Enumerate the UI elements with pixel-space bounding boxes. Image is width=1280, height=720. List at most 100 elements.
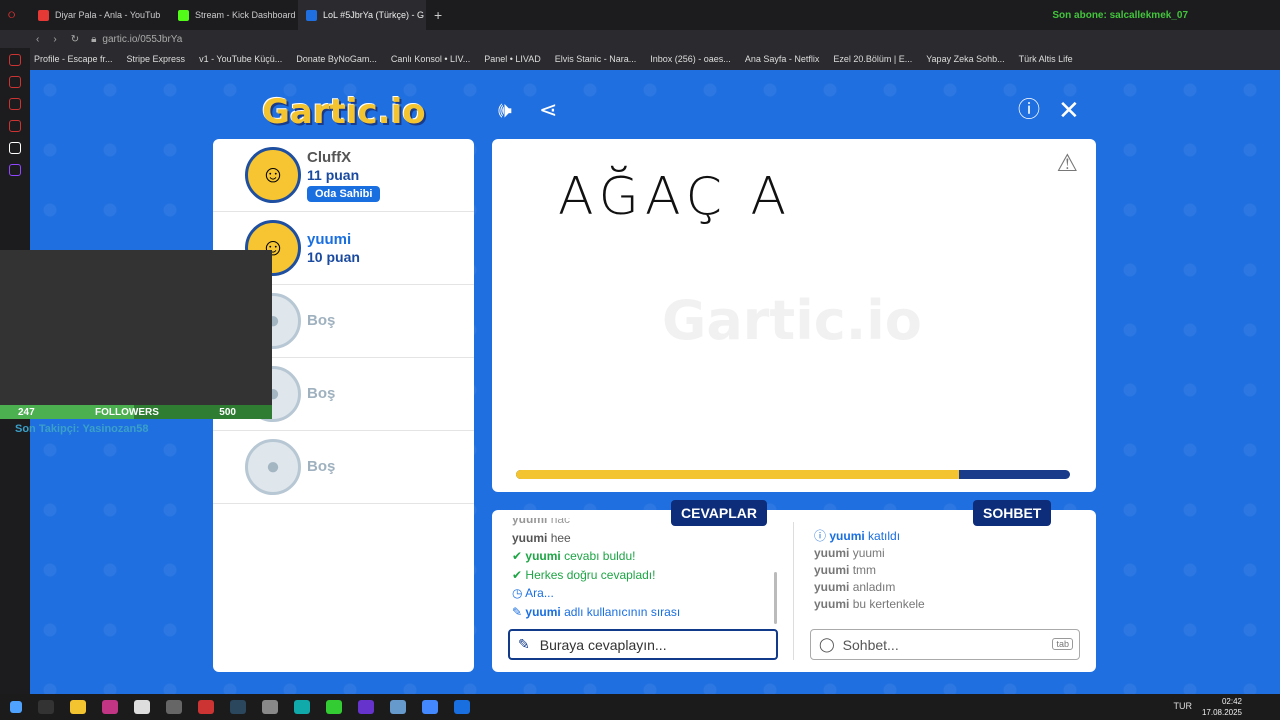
new-tab-button[interactable]: + bbox=[426, 0, 450, 30]
chat-input[interactable]: ◯ Sohbet... tab bbox=[810, 629, 1080, 660]
player-name: yuumi bbox=[307, 231, 352, 248]
close-icon[interactable]: ✕ bbox=[1058, 96, 1080, 124]
drawn-text: AĞAÇ A bbox=[558, 167, 793, 227]
bookmark[interactable]: Stripe Express bbox=[127, 54, 186, 64]
bookmark[interactable]: v1 - YouTube Küçü... bbox=[199, 54, 282, 64]
youtube-icon bbox=[38, 9, 49, 21]
round-progress-bar bbox=[516, 470, 1070, 479]
address-bar: ‹ › ↻ 🔒︎ gartic.io/055JbrYa bbox=[0, 30, 1280, 48]
bookmark[interactable]: Türk Altis Life bbox=[1019, 54, 1073, 64]
pencil-icon: ✎ bbox=[512, 604, 523, 619]
empty-slot-label: Boş bbox=[307, 385, 336, 402]
lock-icon: 🔒︎ bbox=[91, 33, 97, 45]
tab-gartic[interactable]: LoL #5JbrYa (Türkçe) - G bbox=[298, 0, 426, 30]
sidebar-app-icon[interactable] bbox=[9, 142, 21, 154]
bookmark[interactable]: Elvis Stanic - Nara... bbox=[555, 54, 637, 64]
tab-label: LoL #5JbrYa (Türkçe) - G bbox=[323, 10, 425, 20]
answer-input[interactable]: ✎ Buraya cevaplayın... bbox=[508, 629, 778, 660]
bookmark[interactable]: Ana Sayfa - Netflix bbox=[745, 54, 820, 64]
list-item: ✎ yuumi adlı kullanıcının sırası bbox=[512, 604, 681, 619]
answers-list: yuumi hac yuumi hee ✔ yuumi cevabı buldu… bbox=[512, 518, 774, 626]
clock-date: 17.08.2025 bbox=[1201, 708, 1242, 717]
tab-kick[interactable]: Stream - Kick Dashboard bbox=[170, 0, 298, 30]
followers-label: FOLLOWERS bbox=[95, 406, 159, 418]
last-follower: Son Takipçi: Yasinozan58 bbox=[15, 423, 149, 435]
opera-icon[interactable] bbox=[198, 700, 214, 714]
report-icon[interactable]: ⚠ bbox=[1056, 149, 1078, 178]
bookmark[interactable]: Inbox (256) - oaes... bbox=[650, 54, 731, 64]
gartic-logo: Gartic.io bbox=[262, 92, 426, 132]
sidebar-app-icon[interactable] bbox=[9, 76, 21, 88]
taskbar-app-icon[interactable] bbox=[38, 700, 54, 714]
twitch-icon[interactable] bbox=[9, 164, 21, 176]
sound-icon[interactable]: 🕪︎ bbox=[498, 96, 512, 124]
taskbar-app-icon[interactable] bbox=[454, 700, 470, 714]
empty-slot-label: Boş bbox=[307, 458, 336, 475]
taskbar-app-icon[interactable] bbox=[134, 700, 150, 714]
followers-current: 247 bbox=[18, 406, 35, 418]
list-item: yuumi bu kertenkele bbox=[814, 597, 925, 611]
steam-icon[interactable] bbox=[230, 700, 246, 714]
player-points: 11 puan bbox=[307, 167, 360, 183]
instagram-icon[interactable] bbox=[102, 700, 118, 714]
bookmark[interactable]: Canlı Konsol • LIV... bbox=[391, 54, 470, 64]
back-icon[interactable]: ‹ bbox=[36, 34, 39, 45]
url-field[interactable]: gartic.io/055JbrYa bbox=[102, 34, 182, 45]
folder-icon[interactable] bbox=[70, 700, 86, 714]
taskbar-app-icon[interactable] bbox=[262, 700, 278, 714]
sidebar-app-icon[interactable] bbox=[9, 98, 21, 110]
panel-divider bbox=[793, 522, 794, 660]
bookmark[interactable]: Panel • LIVAD bbox=[484, 54, 541, 64]
language-indicator[interactable]: TUR bbox=[1174, 701, 1193, 711]
taskbar-app-icon[interactable] bbox=[358, 700, 374, 714]
gartic-icon bbox=[306, 9, 317, 21]
tab-label: Diyar Pala - Anla - YouTub bbox=[55, 10, 161, 20]
taskbar-app-icon[interactable] bbox=[166, 700, 182, 714]
chat-placeholder: Sohbet... bbox=[842, 636, 899, 653]
taskbar: TUR 02:42 17.08.2025 bbox=[0, 694, 1280, 720]
opera-menu[interactable]: ⭘ bbox=[0, 0, 30, 30]
share-icon[interactable]: ⋖ bbox=[539, 96, 557, 124]
info-icon[interactable]: ⓘ bbox=[1018, 96, 1040, 124]
pencil-icon: ✎ bbox=[518, 636, 530, 652]
list-item: ✔ yuumi cevabı buldu! bbox=[512, 549, 636, 564]
check-icon: ✔ bbox=[512, 567, 523, 582]
edge-icon[interactable] bbox=[294, 700, 310, 714]
bookmark[interactable]: Ezel 20.Bölüm | E... bbox=[833, 54, 912, 64]
answer-placeholder: Buraya cevaplayın... bbox=[539, 636, 667, 653]
canvas-watermark: Gartic.io bbox=[662, 289, 922, 352]
bookmark[interactable]: Donate ByNoGam... bbox=[296, 54, 377, 64]
drawing-canvas[interactable]: Gartic.io AĞAÇ A ⚠ bbox=[492, 139, 1096, 492]
clock[interactable]: 02:42 17.08.2025 bbox=[1202, 696, 1242, 718]
forward-icon[interactable]: › bbox=[53, 34, 56, 45]
follower-goal-bar: 247 FOLLOWERS 500 bbox=[0, 405, 272, 419]
taskbar-app-icon[interactable] bbox=[326, 700, 342, 714]
avatar: ☺ bbox=[245, 147, 301, 203]
chat-tab[interactable]: SOHBET bbox=[973, 500, 1052, 526]
bookmark[interactable]: Yapay Zeka Sohb... bbox=[926, 54, 1004, 64]
list-item: ◷ Ara... bbox=[512, 586, 554, 601]
sidebar-app-icon[interactable] bbox=[9, 54, 21, 66]
chat-bubble-icon: ◯ bbox=[819, 636, 835, 652]
list-item: ⓘ yuumi katıldı bbox=[814, 529, 901, 543]
bookmark[interactable]: Profile - Escape fr... bbox=[34, 54, 113, 64]
windows-start-icon[interactable] bbox=[10, 701, 22, 713]
kick-icon bbox=[178, 9, 189, 21]
empty-slot-label: Boş bbox=[307, 312, 336, 329]
tab-youtube[interactable]: Diyar Pala - Anla - YouTub bbox=[30, 0, 170, 30]
answers-scrollbar[interactable] bbox=[774, 572, 777, 624]
sidebar-app-icon[interactable] bbox=[9, 120, 21, 132]
tab-label: Stream - Kick Dashboard bbox=[195, 10, 296, 20]
stream-overlay-text: Son abone: salcallekmek_07 bbox=[1052, 9, 1188, 21]
list-item: yuumi tmm bbox=[814, 563, 877, 577]
reload-icon[interactable]: ↻ bbox=[71, 34, 79, 45]
progress-fill bbox=[516, 470, 960, 479]
info-icon: ⓘ bbox=[814, 529, 827, 543]
webcam-overlay bbox=[0, 250, 272, 405]
player-points: 10 puan bbox=[307, 249, 360, 265]
taskbar-app-icon[interactable] bbox=[390, 700, 406, 714]
taskbar-app-icon[interactable] bbox=[422, 700, 438, 714]
clock-icon: ◷ bbox=[512, 586, 523, 601]
empty-slot: ● Boş bbox=[213, 431, 474, 504]
followers-goal: 500 bbox=[219, 406, 236, 418]
